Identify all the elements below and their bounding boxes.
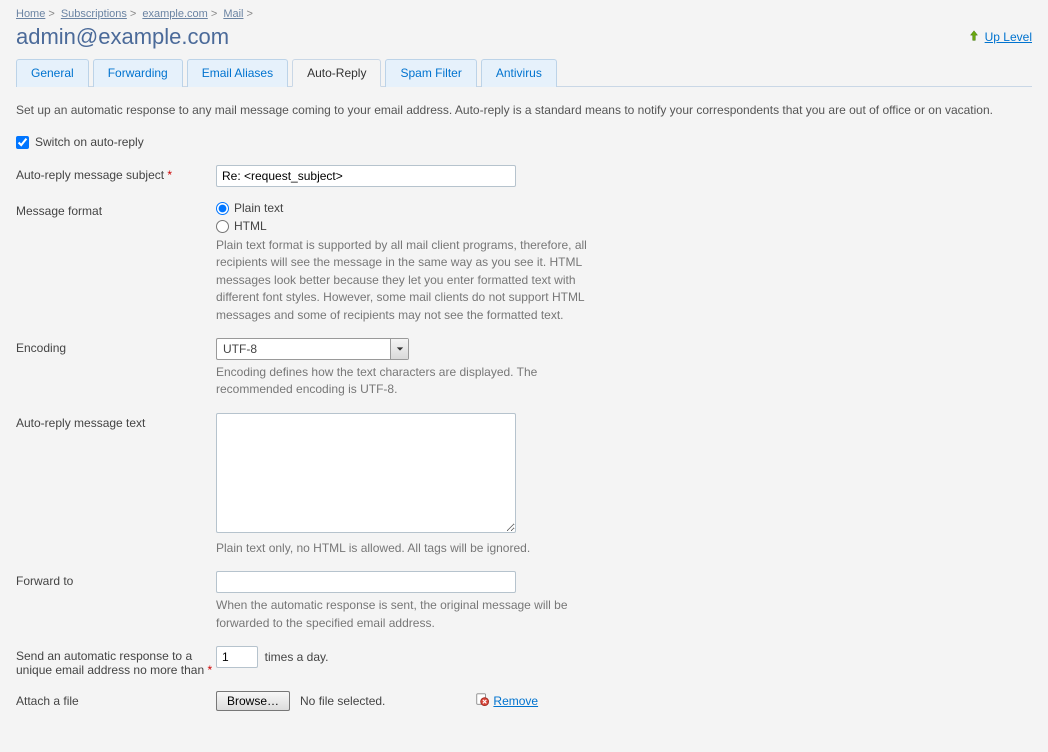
forward-help: When the automatic response is sent, the… [216,597,606,632]
encoding-value: UTF-8 [217,339,390,359]
message-label: Auto-reply message text [16,413,216,430]
tabs: General Forwarding Email Aliases Auto-Re… [16,58,1032,87]
remove-link[interactable]: Remove [475,692,538,709]
format-help: Plain text format is supported by all ma… [216,237,606,324]
forward-label: Forward to [16,571,216,588]
intro-text: Set up an automatic response to any mail… [16,101,1032,119]
remove-icon [475,692,489,709]
attach-label: Attach a file [16,691,216,708]
breadcrumb-subscriptions[interactable]: Subscriptions [61,8,127,20]
tab-spam-filter[interactable]: Spam Filter [385,59,476,87]
message-textarea[interactable] [216,413,516,533]
message-help: Plain text only, no HTML is allowed. All… [216,540,606,557]
tab-auto-reply[interactable]: Auto-Reply [292,59,381,87]
format-html-radio[interactable] [216,220,229,233]
tab-forwarding[interactable]: Forwarding [93,59,183,87]
file-status: No file selected. [300,694,385,708]
tab-general[interactable]: General [16,59,89,87]
switch-autoreply-label: Switch on auto-reply [35,135,144,149]
format-label: Message format [16,201,216,218]
limit-input[interactable] [216,646,258,668]
encoding-label: Encoding [16,338,216,355]
chevron-down-icon [390,339,408,359]
page-title: admin@example.com [16,24,229,50]
limit-label: Send an automatic response to a unique e… [16,646,216,677]
format-plain-radio[interactable] [216,202,229,215]
breadcrumb: Home> Subscriptions> example.com> Mail> [16,8,1032,20]
browse-button[interactable]: Browse… [216,691,290,711]
breadcrumb-home[interactable]: Home [16,8,45,20]
up-level-link[interactable]: Up Level [967,29,1032,46]
up-arrow-icon [967,29,981,46]
encoding-help: Encoding defines how the text characters… [216,364,606,399]
tab-email-aliases[interactable]: Email Aliases [187,59,288,87]
format-plain-label: Plain text [234,201,283,215]
tab-antivirus[interactable]: Antivirus [481,59,557,87]
subject-input[interactable] [216,165,516,187]
forward-input[interactable] [216,571,516,593]
breadcrumb-domain[interactable]: example.com [142,8,207,20]
limit-suffix: times a day. [265,650,329,664]
encoding-select[interactable]: UTF-8 [216,338,409,360]
breadcrumb-mail[interactable]: Mail [223,8,243,20]
switch-autoreply-checkbox[interactable] [16,136,29,149]
subject-label: Auto-reply message subject * [16,165,216,182]
format-html-label: HTML [234,219,267,233]
